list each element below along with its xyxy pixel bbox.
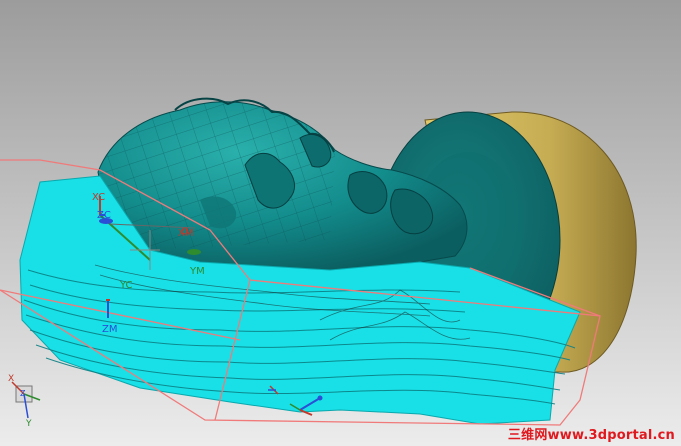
xc-label: XC — [92, 192, 105, 203]
triad-x-label: X — [8, 374, 14, 384]
graphics-viewport[interactable]: XC ZC YC XM YM ZM X Z Y 三维网www.3dportal.… — [0, 0, 681, 446]
xm-label: XM — [178, 228, 193, 239]
watermark-text: 三维网www.3dportal.cn — [507, 428, 675, 443]
triad-z-label: Z — [20, 389, 26, 398]
zm-label: ZM — [102, 324, 117, 335]
yc-label: YC — [119, 280, 133, 291]
triad-y-label: Y — [25, 419, 32, 428]
scene-canvas[interactable]: XC ZC YC XM YM ZM — [0, 0, 681, 446]
view-triad[interactable]: X Z Y — [6, 372, 46, 428]
ym-label: YM — [189, 266, 205, 277]
zc-label: ZC — [97, 210, 111, 221]
